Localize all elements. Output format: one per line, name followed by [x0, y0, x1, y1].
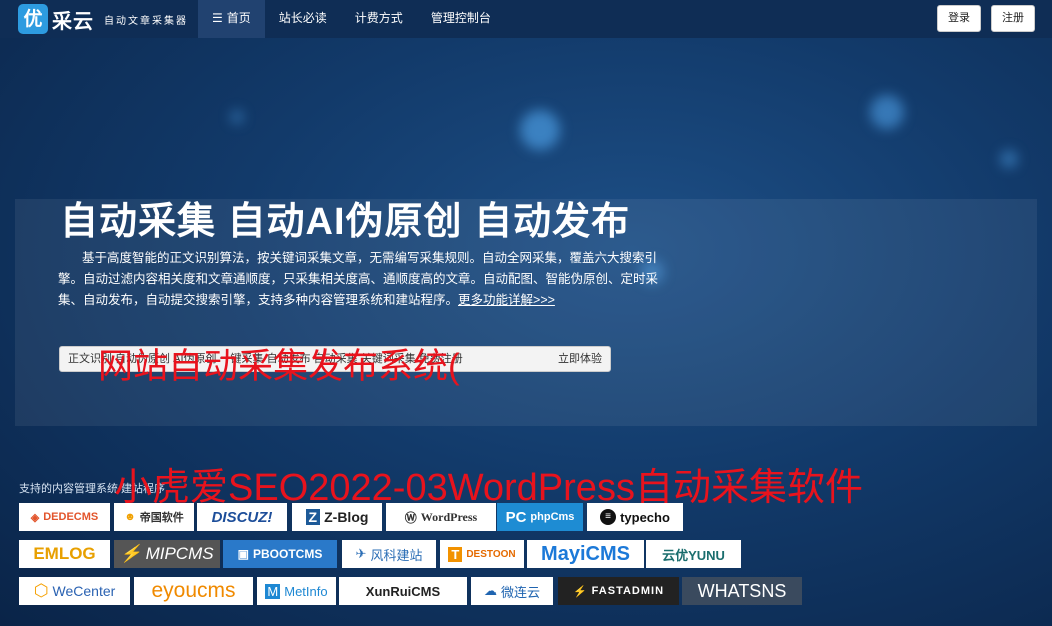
- cms-logo-destoon[interactable]: T DESTOON: [440, 540, 524, 568]
- cms-logo-mipcms[interactable]: ⚡ MIPCMS: [114, 540, 220, 568]
- nav-menu: ☰ 首页 站长必读 计费方式 管理控制台: [198, 0, 505, 38]
- wordpress-icon: Ⓦ: [404, 510, 417, 525]
- cms-logo-emlog[interactable]: EMLOG: [19, 540, 110, 568]
- cms-logo-discuz[interactable]: DISCUZ!: [197, 503, 287, 531]
- nav-item-label: 站长必读: [278, 11, 327, 25]
- nav-item-billing[interactable]: 计费方式: [341, 0, 417, 38]
- wecenter-icon: ⬡: [33, 581, 49, 600]
- metinfo-icon: M: [265, 583, 281, 599]
- cms-logo-metinfo[interactable]: M MetInfo: [257, 577, 336, 605]
- cms-logo-xunrui[interactable]: XunRuiCMS: [339, 577, 467, 605]
- bokeh-light: [1000, 150, 1018, 168]
- cms-logo-fastadmin[interactable]: ⚡ FASTADMIN: [558, 577, 679, 605]
- weilianyun-icon: ☁: [483, 583, 497, 598]
- bokeh-light: [520, 110, 560, 150]
- cms-logo-wecenter[interactable]: ⬡ WeCenter: [19, 577, 130, 605]
- register-button[interactable]: 注册: [991, 5, 1035, 32]
- nav-item-label: 管理控制台: [430, 11, 491, 25]
- fastadmin-icon: ⚡: [572, 585, 588, 598]
- cms-logo-zblog[interactable]: Z Z-Blog: [292, 503, 382, 531]
- hero-description-text: 基于高度智能的正文识别算法，按关键词采集文章，无需编写采集规则。自动全网采集，覆…: [58, 251, 659, 307]
- nav-item-webmaster-guide[interactable]: 站长必读: [265, 0, 341, 38]
- cms-logo-dedecms[interactable]: ◈ DEDECMS: [19, 503, 110, 531]
- zblog-icon: Z: [305, 509, 321, 525]
- nav-item-home[interactable]: ☰ 首页: [198, 0, 265, 38]
- cms-logo-eyoucms[interactable]: eyoucms: [134, 577, 253, 605]
- brand-tagline: 自动文章采集器: [104, 15, 188, 27]
- cms-logo-pbootcms[interactable]: ▣ PBOOTCMS: [223, 540, 337, 568]
- login-button[interactable]: 登录: [937, 5, 981, 32]
- bokeh-light: [230, 110, 244, 124]
- cms-logo-empire[interactable]: ☻ 帝国软件: [114, 503, 194, 531]
- hero-description: 基于高度智能的正文识别算法，按关键词采集文章，无需编写采集规则。自动全网采集，覆…: [58, 248, 658, 311]
- hero-title: 自动采集 自动AI伪原创 自动发布: [60, 201, 631, 243]
- brand-badge: 优: [18, 4, 48, 34]
- nav-item-label: 计费方式: [354, 11, 403, 25]
- brand-logo[interactable]: 优 采云 自动文章采集器: [18, 4, 188, 34]
- nav-item-console[interactable]: 管理控制台: [417, 0, 505, 38]
- bokeh-light: [870, 95, 904, 129]
- try-now-button[interactable]: 立即体验: [558, 347, 602, 371]
- dedecms-icon: ◈: [30, 511, 40, 524]
- overlay-caption-line1: 网站自动采集发布系统(: [98, 347, 460, 386]
- fengke-icon: ✈: [355, 546, 367, 561]
- typecho-icon: ≡: [600, 509, 617, 525]
- nav-item-label: 首页: [226, 11, 251, 25]
- cms-logo-wordpress[interactable]: Ⓦ WordPress: [386, 503, 496, 531]
- empire-icon: ☻: [124, 511, 136, 523]
- top-navbar: 优 采云 自动文章采集器 ☰ 首页 站长必读 计费方式 管理控制台 登录 注册: [0, 0, 1052, 38]
- cms-logo-yunyou[interactable]: 云优YUNU: [646, 540, 741, 568]
- menu-icon: ☰: [212, 11, 223, 25]
- cms-logo-weilianyun[interactable]: ☁ 微连云: [471, 577, 553, 605]
- cms-logo-mayicms[interactable]: MayiCMS: [527, 540, 644, 568]
- cms-logo-fengke[interactable]: ✈ 风科建站: [342, 540, 436, 568]
- mipcms-icon: ⚡: [120, 544, 142, 563]
- phpcms-icon: PC: [505, 508, 527, 526]
- cms-logo-phpcms[interactable]: PC phpCms: [497, 503, 583, 531]
- destoon-icon: T: [448, 546, 463, 562]
- pbootcms-icon: ▣: [237, 547, 249, 561]
- brand-name: 采云: [52, 8, 94, 33]
- cms-logo-whatsns[interactable]: WHATSNS: [682, 577, 802, 605]
- cms-logo-typecho[interactable]: ≡ typecho: [587, 503, 683, 531]
- more-features-link[interactable]: 更多功能详解>>>: [458, 293, 555, 307]
